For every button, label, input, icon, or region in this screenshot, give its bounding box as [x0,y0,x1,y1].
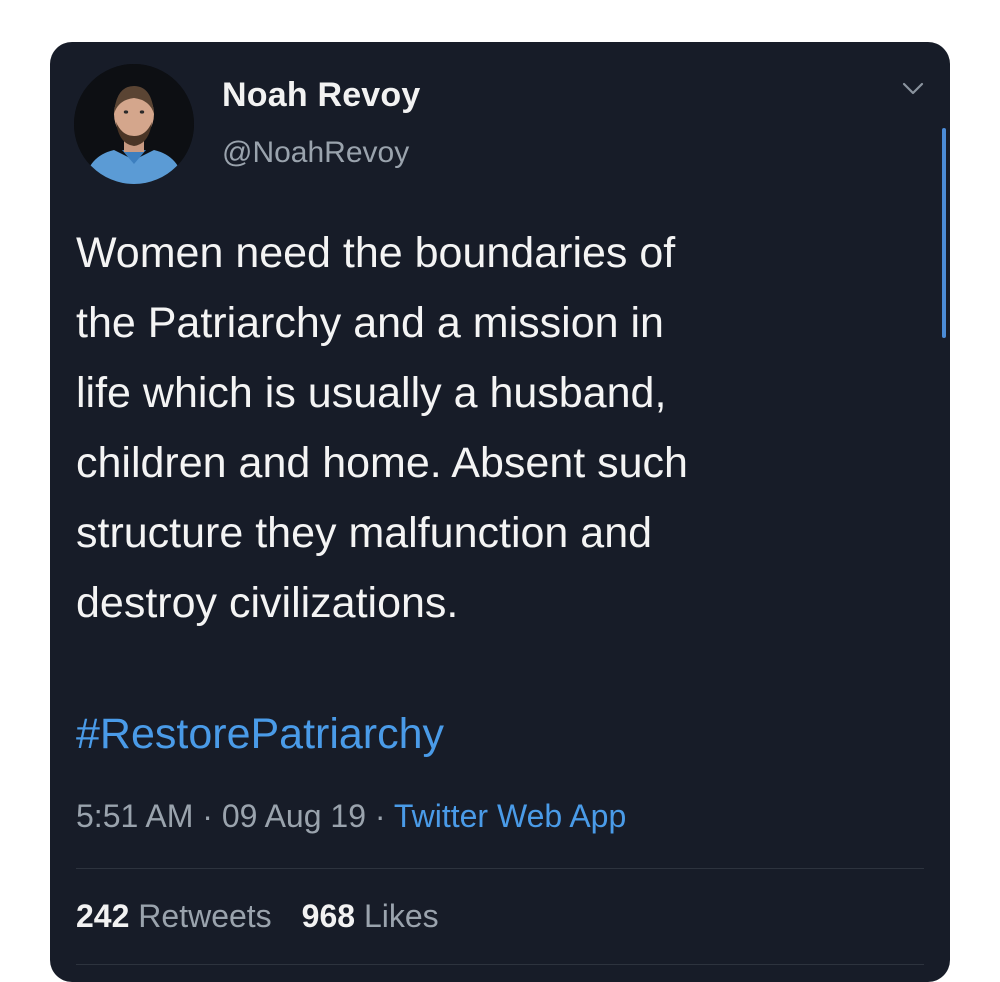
retweets-count: 242 [76,898,130,934]
likes-count: 968 [301,898,356,934]
tweet-date: 09 Aug 19 [221,798,366,834]
tweet-card: Noah Revoy @NoahRevoy Women need the bou… [50,42,950,982]
likes-label: Likes [363,898,439,934]
hashtag-link[interactable]: #RestorePatriarchy [76,710,444,759]
tweet-text-line: children and home. Absent such [76,439,688,487]
profile-photo-icon [74,64,194,184]
meta-separator: · [202,798,213,834]
meta-separator: · [374,798,386,834]
source-app-link[interactable]: Twitter Web App [394,798,626,834]
avatar[interactable] [74,64,194,184]
author-handle[interactable]: @NoahRevoy [222,136,409,170]
scrollbar[interactable] [942,128,946,338]
tweet-meta: 5:51 AM · 09 Aug 19 · Twitter Web App [76,798,626,835]
tweet-text-line: the Patriarchy and a mission in [76,299,664,347]
retweets-label: Retweets [138,898,272,934]
divider [76,868,924,869]
divider [76,964,924,965]
tweet-text-line: destroy civilizations. [76,579,459,627]
retweets-stat[interactable]: 242 Retweets [76,898,272,934]
tweet-text: Women need the boundaries of the Patriar… [76,218,886,638]
tweet-text-line: structure they malfunction and [76,509,653,557]
tweet-time: 5:51 AM [76,798,194,834]
tweet-text-line: Women need the boundaries of [76,229,676,277]
author-name[interactable]: Noah Revoy [222,76,421,115]
tweet-text-line: life which is usually a husband, [76,369,667,417]
likes-stat[interactable]: 968 Likes [302,898,439,934]
tweet-stats: 242 Retweets 968 Likes [76,898,439,935]
chevron-down-icon[interactable] [902,82,924,96]
